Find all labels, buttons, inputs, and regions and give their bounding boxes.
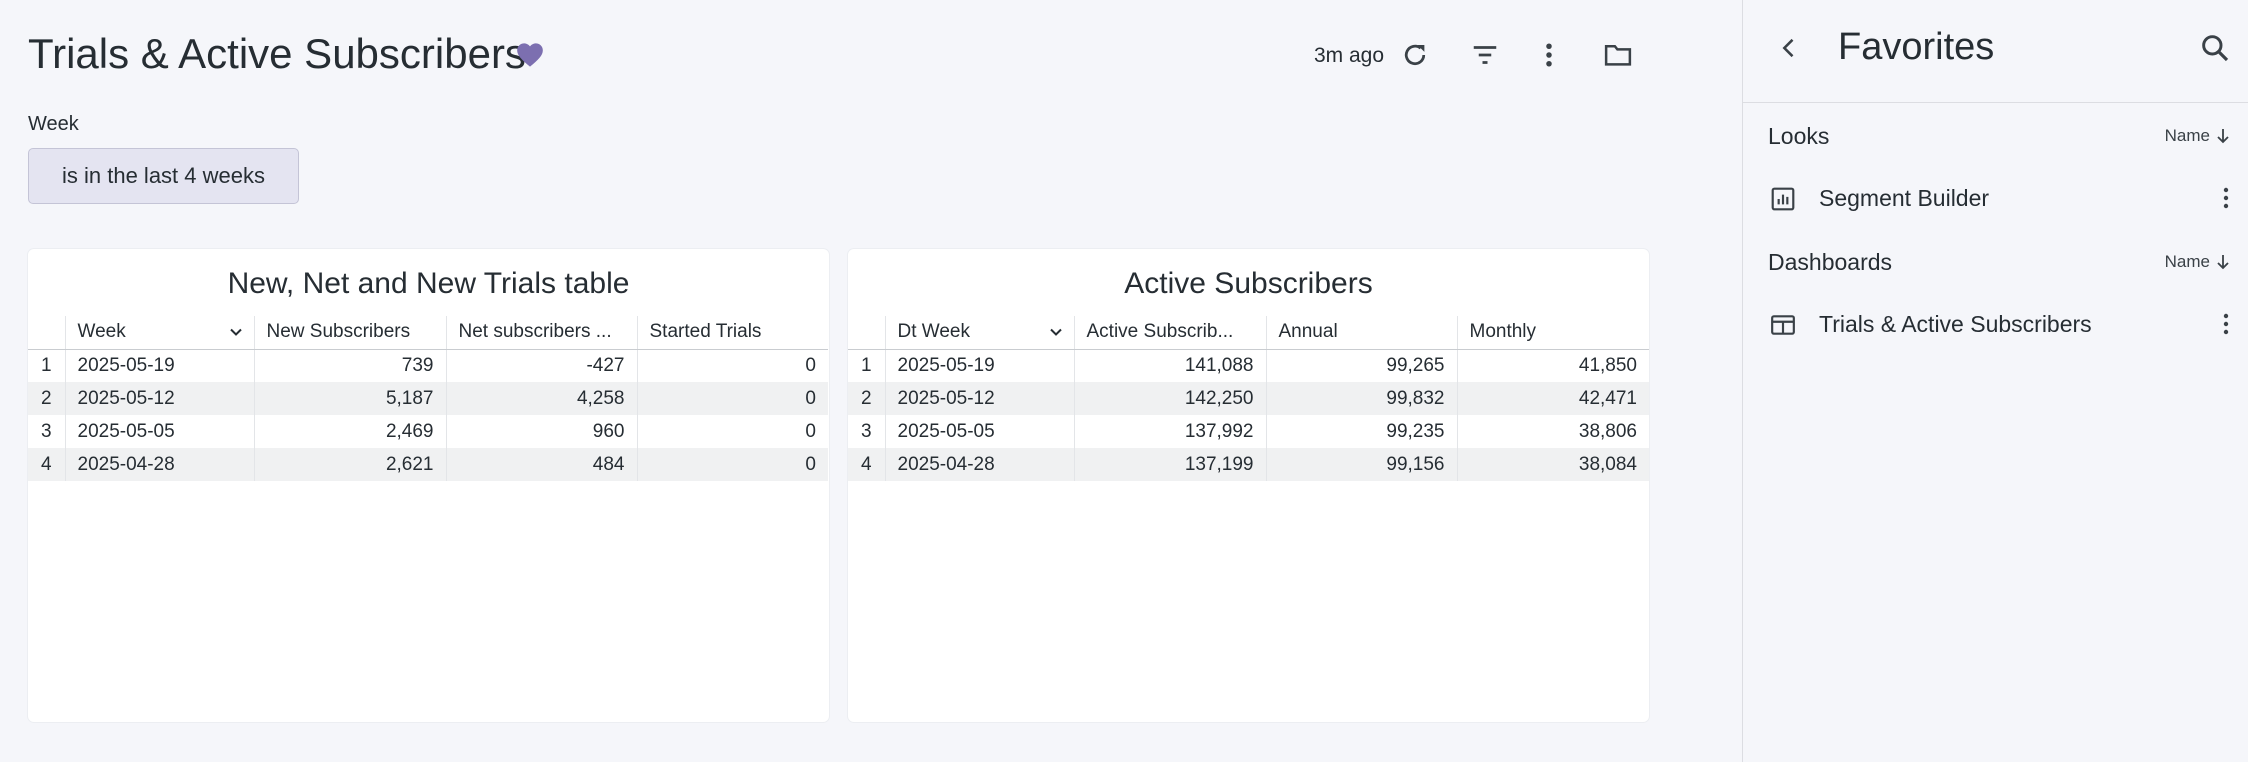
row-index-header bbox=[28, 316, 65, 350]
table-cell: 137,992 bbox=[1073, 415, 1266, 448]
table-cell: 99,265 bbox=[1265, 349, 1457, 382]
search-icon[interactable] bbox=[2199, 32, 2231, 64]
table-row: 2 2025-05-12 5,187 4,258 0 bbox=[28, 382, 828, 415]
table-cell: 2,621 bbox=[253, 448, 446, 481]
column-header[interactable]: New Subscribers bbox=[253, 316, 446, 350]
table-cell: 484 bbox=[445, 448, 637, 481]
column-header[interactable]: Monthly bbox=[1456, 316, 1649, 350]
table-cell: 2025-05-05 bbox=[884, 415, 1074, 448]
tile-title: Active Subscribers bbox=[1124, 267, 1373, 300]
favorite-label: Segment Builder bbox=[1819, 185, 1990, 211]
table-cell: 2025-05-05 bbox=[64, 415, 254, 448]
tile-title: New, Net and New Trials table bbox=[227, 267, 630, 300]
table-cell: 2025-05-19 bbox=[884, 349, 1074, 382]
table-row: 3 2025-05-05 137,992 99,235 38,806 bbox=[848, 415, 1649, 448]
table-cell: 38,806 bbox=[1456, 415, 1649, 448]
week-filter-chip[interactable]: is in the last 4 weeks bbox=[28, 148, 299, 204]
page-title: Trials & Active Subscribers bbox=[28, 30, 526, 77]
sort-name-button[interactable]: Name bbox=[2165, 126, 2230, 146]
data-table: Dt Week Active Subscrib... Annual Monthl… bbox=[848, 316, 1649, 481]
row-index: 3 bbox=[860, 420, 872, 442]
more-vert-icon[interactable] bbox=[1532, 38, 1566, 72]
table-cell: 0 bbox=[636, 415, 828, 448]
table-cell: 739 bbox=[253, 349, 446, 382]
table-cell: 2,469 bbox=[253, 415, 446, 448]
column-header[interactable]: Started Trials bbox=[636, 316, 828, 350]
table-cell: 960 bbox=[445, 415, 637, 448]
table-cell: 99,156 bbox=[1265, 448, 1457, 481]
favorites-header: Favorites bbox=[1743, 0, 2248, 103]
column-header[interactable]: Active Subscrib... bbox=[1073, 316, 1266, 350]
last-updated-text: 3m ago bbox=[1314, 44, 1385, 67]
table-cell: 0 bbox=[636, 349, 828, 382]
more-vert-icon[interactable] bbox=[2220, 311, 2232, 337]
filter-icon[interactable] bbox=[1468, 38, 1502, 72]
table-cell: -427 bbox=[445, 349, 637, 382]
column-header[interactable]: Week bbox=[64, 316, 254, 350]
row-index: 4 bbox=[28, 448, 65, 481]
table-cell: 2025-05-12 bbox=[64, 382, 254, 415]
sort-name-button[interactable]: Name bbox=[2165, 252, 2230, 272]
tile-new-net-trials: New, Net and New Trials table Week New S… bbox=[28, 249, 829, 722]
table-row: 1 2025-05-19 739 -427 0 bbox=[28, 349, 828, 382]
chevron-down-icon[interactable] bbox=[1048, 324, 1064, 340]
table-cell: 38,084 bbox=[1456, 448, 1649, 481]
arrow-down-icon bbox=[2217, 129, 2229, 144]
favorite-item-segment-builder[interactable]: Segment Builder bbox=[1743, 176, 2248, 220]
favorites-panel: Favorites Looks Name Segment Builder Das… bbox=[1742, 0, 2248, 762]
dashboard-area: Trials & Active Subscribers 3m ago Week … bbox=[0, 0, 1742, 762]
folder-icon[interactable] bbox=[1601, 38, 1635, 72]
section-dashboards-label: Dashboards bbox=[1768, 249, 1893, 275]
table-row: 1 2025-05-19 141,088 99,265 41,850 bbox=[848, 349, 1649, 382]
row-index: 2 bbox=[28, 382, 65, 415]
favorite-label: Trials & Active Subscribers bbox=[1819, 311, 2092, 337]
table-cell: 41,850 bbox=[1456, 349, 1649, 382]
table-cell: 5,187 bbox=[253, 382, 446, 415]
dashboard-icon bbox=[1771, 315, 1795, 335]
tile-active-subscribers: Active Subscribers Dt Week Active Subscr… bbox=[848, 249, 1649, 722]
heart-icon[interactable] bbox=[516, 42, 544, 68]
row-index-header bbox=[848, 316, 885, 350]
row-index: 1 bbox=[40, 354, 52, 376]
favorite-item-trials-dashboard[interactable]: Trials & Active Subscribers bbox=[1743, 302, 2248, 346]
table-cell: 141,088 bbox=[1073, 349, 1266, 382]
table-row: 3 2025-05-05 2,469 960 0 bbox=[28, 415, 828, 448]
table-cell: 99,235 bbox=[1265, 415, 1457, 448]
row-index: 2 bbox=[848, 382, 885, 415]
filter-label: Week bbox=[28, 113, 79, 135]
table-cell: 2025-04-28 bbox=[64, 448, 254, 481]
favorites-title: Favorites bbox=[1838, 26, 1995, 68]
chevron-left-icon[interactable] bbox=[1775, 34, 1803, 62]
table-row: 4 2025-04-28 2,621 484 0 bbox=[28, 448, 828, 481]
table-row: 2 2025-05-12 142,250 99,832 42,471 bbox=[848, 382, 1649, 415]
data-table: Week New Subscribers Net subscribers ...… bbox=[28, 316, 828, 481]
table-cell: 2025-05-12 bbox=[884, 382, 1074, 415]
table-cell: 142,250 bbox=[1073, 382, 1266, 415]
more-vert-icon[interactable] bbox=[2220, 185, 2232, 211]
section-looks-label: Looks bbox=[1768, 123, 1830, 149]
table-cell: 0 bbox=[636, 382, 828, 415]
table-cell: 2025-04-28 bbox=[884, 448, 1074, 481]
row-index: 3 bbox=[40, 420, 52, 442]
column-header[interactable]: Annual bbox=[1265, 316, 1457, 350]
table-cell: 42,471 bbox=[1456, 382, 1649, 415]
table-cell: 99,832 bbox=[1265, 382, 1457, 415]
chart-icon bbox=[1771, 187, 1795, 211]
table-cell: 0 bbox=[636, 448, 828, 481]
column-header[interactable]: Dt Week bbox=[884, 316, 1074, 350]
table-cell: 2025-05-19 bbox=[64, 349, 254, 382]
refresh-icon[interactable] bbox=[1398, 38, 1432, 72]
table-row: 4 2025-04-28 137,199 99,156 38,084 bbox=[848, 448, 1649, 481]
row-index: 1 bbox=[860, 354, 872, 376]
chevron-down-icon[interactable] bbox=[228, 324, 244, 340]
row-index: 4 bbox=[848, 448, 885, 481]
column-header[interactable]: Net subscribers ... bbox=[445, 316, 637, 350]
arrow-down-icon bbox=[2217, 255, 2229, 270]
table-cell: 137,199 bbox=[1073, 448, 1266, 481]
table-cell: 4,258 bbox=[445, 382, 637, 415]
